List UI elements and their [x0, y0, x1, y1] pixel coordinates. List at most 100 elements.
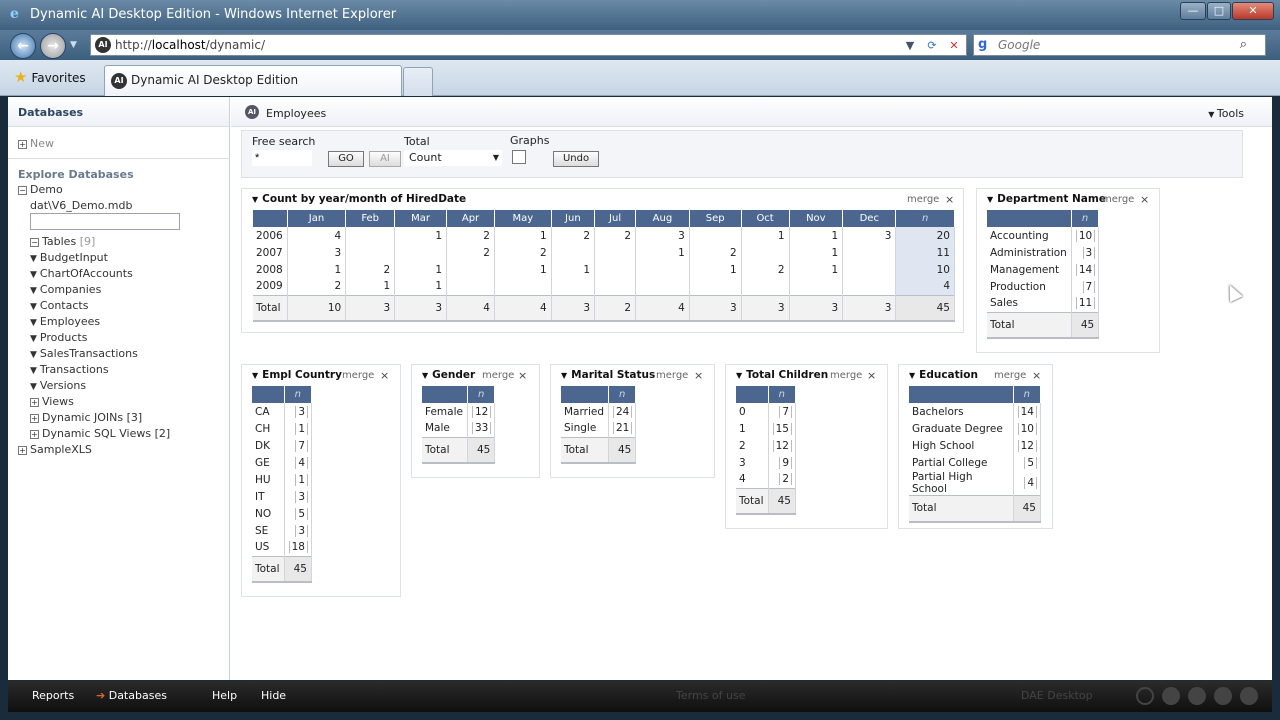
month-header[interactable]: Aug [635, 210, 690, 227]
free-search-input[interactable] [252, 150, 312, 166]
category-label[interactable]: Bachelors [909, 403, 1014, 420]
page-dot-icon[interactable] [1240, 687, 1258, 705]
table-cell[interactable]: 2 [494, 244, 552, 261]
tree-item-samplexls[interactable]: + SampleXLS [18, 443, 92, 456]
table-cell[interactable]: 1 [394, 227, 448, 244]
table-cell[interactable] [689, 278, 742, 295]
table-row[interactable]: 42 [736, 471, 797, 488]
close-icon[interactable]: × [867, 369, 876, 382]
new-database-button[interactable]: + New [18, 137, 54, 150]
table-cell[interactable]: 1 [287, 261, 347, 278]
merge-link[interactable]: merge [907, 194, 939, 205]
refresh-icon[interactable]: ⟳ [922, 36, 942, 54]
category-label[interactable]: 0 [736, 403, 769, 420]
table-cell[interactable]: 1 [635, 244, 690, 261]
category-label[interactable]: DK [252, 437, 285, 454]
panel-title[interactable]: ▼ Total Children [736, 369, 828, 381]
category-label[interactable]: CA [252, 403, 285, 420]
table-cell[interactable]: 1 [789, 244, 844, 261]
tree-item-table[interactable]: ▼ Transactions [30, 363, 109, 376]
merge-link[interactable]: merge [1102, 194, 1134, 205]
table-cell[interactable] [594, 244, 637, 261]
table-cell[interactable]: 2 [345, 261, 396, 278]
category-label[interactable]: 3 [736, 454, 769, 471]
category-label[interactable]: High School [909, 437, 1014, 454]
category-label[interactable]: Single [561, 420, 609, 437]
table-cell[interactable]: 2 [551, 227, 596, 244]
category-label[interactable]: SE [252, 522, 285, 539]
merge-link[interactable]: merge [342, 370, 374, 381]
table-cell[interactable]: 1 [689, 261, 742, 278]
tree-item-table[interactable]: ▼ Contacts [30, 299, 88, 312]
category-label[interactable]: NO [252, 505, 285, 522]
history-dropdown-icon[interactable]: ▼ [70, 40, 77, 50]
table-cell[interactable] [345, 244, 396, 261]
close-icon[interactable]: × [518, 369, 527, 382]
table-row[interactable]: High School 12 [909, 437, 1041, 454]
table-cell[interactable]: 1 [741, 227, 790, 244]
merge-link[interactable]: merge [830, 370, 862, 381]
category-label[interactable]: Partial High School [909, 471, 1014, 496]
table-row[interactable]: 39 [736, 454, 797, 471]
year-label[interactable]: 2008 [253, 261, 288, 278]
tree-item-table[interactable]: ▼ Employees [30, 315, 100, 328]
table-row[interactable]: 1 15 [736, 420, 797, 437]
category-label[interactable]: Male [422, 420, 468, 437]
new-tab-button[interactable] [403, 67, 433, 96]
table-row[interactable]: Management 14 [987, 261, 1100, 278]
merge-link[interactable]: merge [656, 370, 688, 381]
table-cell[interactable]: 3 [287, 244, 347, 261]
category-label[interactable]: Graduate Degree [909, 420, 1014, 437]
table-row[interactable]: Married 24 [561, 403, 637, 420]
help-link[interactable]: Help [212, 689, 237, 702]
table-cell[interactable]: 2 [287, 278, 347, 295]
month-header[interactable]: Oct [741, 210, 790, 227]
graphs-checkbox[interactable] [512, 150, 526, 164]
databases-link[interactable]: ➔ Databases [96, 689, 167, 702]
table-row[interactable]: CH 1 [252, 420, 313, 437]
table-row[interactable]: Sales 11 [987, 295, 1100, 312]
category-label[interactable]: Sales [987, 295, 1072, 312]
panel-title[interactable]: ▼ Education [909, 369, 978, 381]
table-cell[interactable] [446, 278, 495, 295]
close-icon[interactable]: × [1032, 369, 1041, 382]
table-row[interactable]: Partial College 5 [909, 454, 1041, 471]
month-header[interactable]: Jul [594, 210, 637, 227]
page-dot-icon[interactable] [1162, 687, 1180, 705]
crosstab-title[interactable]: ▼ Count by year/month of HiredDate [252, 193, 466, 205]
category-label[interactable]: 4 [736, 471, 769, 488]
search-field[interactable]: g Google ⌕ [973, 34, 1266, 56]
category-label[interactable]: US [252, 539, 285, 556]
table-cell[interactable] [789, 278, 844, 295]
hide-link[interactable]: Hide [261, 689, 286, 702]
category-label[interactable]: 2 [736, 437, 769, 454]
table-cell[interactable] [635, 278, 690, 295]
close-icon[interactable]: × [380, 369, 389, 382]
page-dot-icon[interactable] [1188, 687, 1206, 705]
table-cell[interactable]: 2 [446, 244, 495, 261]
ai-button[interactable]: AI [369, 151, 401, 167]
tree-item-demo[interactable]: − Demo [18, 183, 63, 196]
table-cell[interactable] [689, 227, 742, 244]
page-dot-icon[interactable] [1214, 687, 1232, 705]
month-header[interactable]: Feb [345, 210, 396, 227]
year-label[interactable]: 2007 [253, 244, 288, 261]
table-row[interactable]: HU 1 [252, 471, 313, 488]
favorites-button[interactable]: ★ Favorites [8, 66, 94, 90]
table-cell[interactable] [594, 278, 637, 295]
search-icon[interactable]: ⌕ [1240, 35, 1247, 55]
table-row[interactable]: Male 33 [422, 420, 496, 437]
tree-item-table[interactable]: ▼ BudgetInput [30, 251, 108, 264]
table-row[interactable]: Female 12 [422, 403, 496, 420]
panel-title[interactable]: ▼ Gender [422, 369, 475, 381]
table-cell[interactable]: 1 [345, 278, 396, 295]
category-label[interactable]: Production [987, 278, 1072, 295]
table-cell[interactable] [446, 261, 495, 278]
tree-item-table[interactable]: ▼ SalesTransactions [30, 347, 138, 360]
table-cell[interactable] [741, 278, 790, 295]
table-cell[interactable] [551, 244, 596, 261]
table-cell[interactable] [394, 244, 448, 261]
table-cell[interactable] [551, 278, 596, 295]
category-label[interactable]: Management [987, 261, 1072, 278]
table-cell[interactable]: 2 [594, 227, 637, 244]
